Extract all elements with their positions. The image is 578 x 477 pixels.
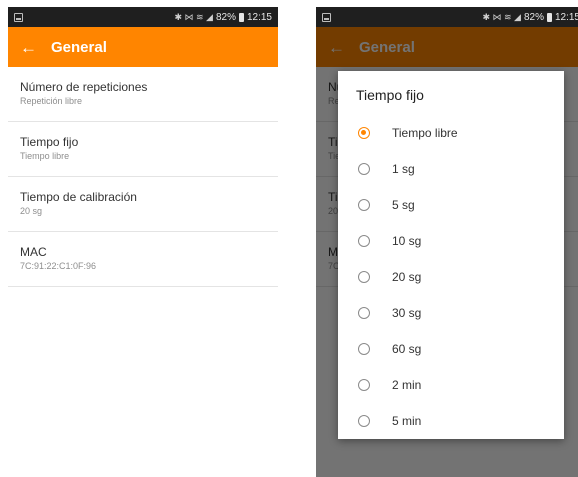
settings-item-title: Tiempo fijo <box>20 135 79 149</box>
battery-percent: 82% <box>215 11 236 23</box>
radio-unchecked-icon[interactable] <box>358 307 370 319</box>
radio-unchecked-icon[interactable] <box>358 199 370 211</box>
settings-item-subtitle: Tiempo libre <box>20 151 70 161</box>
settings-item-subtitle: Repetición libre <box>20 96 83 106</box>
radio-option-label: 20 sg <box>392 270 422 284</box>
radio-option-label: 60 sg <box>392 342 422 356</box>
radio-option-label: 30 sg <box>392 306 422 320</box>
radio-option-label: 2 min <box>392 378 422 392</box>
back-arrow-icon[interactable]: ← <box>20 39 37 56</box>
status-time: 12:15 <box>554 11 578 23</box>
settings-item-tiempo-fijo[interactable]: Tiempo fijo Tiempo libre <box>8 122 278 177</box>
app-bar: ← General <box>8 27 278 67</box>
radio-unchecked-icon[interactable] <box>358 235 370 247</box>
status-bar: ✱ ⋈ ≋ ◢ 82% 12:15 <box>8 7 278 27</box>
radio-option[interactable]: 60 sg <box>338 331 564 367</box>
radio-unchecked-icon[interactable] <box>358 163 370 175</box>
battery-icon <box>238 12 244 22</box>
radio-option-label: 1 sg <box>392 162 415 176</box>
radio-option[interactable]: 30 sg <box>338 295 564 331</box>
status-icons: ✱ ⋈ ≋ ◢ <box>482 11 521 22</box>
radio-option-label: 5 min <box>392 414 422 428</box>
status-icons: ✱ ⋈ ≋ ◢ <box>174 11 213 22</box>
phone-screen-dialog: ✱ ⋈ ≋ ◢ 82% 12:15 ← General Número de re… <box>316 7 578 477</box>
battery-percent: 82% <box>523 11 544 23</box>
settings-item-mac[interactable]: MAC 7C:91:22:C1:0F:96 <box>8 232 278 287</box>
radio-option[interactable]: 20 sg <box>338 259 564 295</box>
phone-screen-settings: ✱ ⋈ ≋ ◢ 82% 12:15 ← General Número de re… <box>8 7 278 477</box>
radio-option-label: 10 sg <box>392 234 422 248</box>
settings-item-title: MAC <box>20 245 47 259</box>
radio-option[interactable]: 5 min <box>338 403 564 439</box>
radio-option-list: Tiempo libre 1 sg 5 sg 10 sg 20 sg 30 sg 60 sg… <box>338 115 564 439</box>
radio-unchecked-icon[interactable] <box>358 343 370 355</box>
radio-checked-icon[interactable] <box>358 127 370 139</box>
settings-item-title: Número de repeticiones <box>20 80 148 94</box>
radio-option[interactable]: 10 sg <box>338 223 564 259</box>
page-title: General <box>51 38 107 56</box>
status-bar: ✱ ⋈ ≋ ◢ 82% 12:15 <box>316 7 578 27</box>
tiempo-fijo-dialog: Tiempo fijo Tiempo libre 1 sg 5 sg 10 sg 20 … <box>338 71 564 439</box>
radio-option[interactable]: 5 sg <box>338 187 564 223</box>
radio-unchecked-icon[interactable] <box>358 415 370 427</box>
radio-option-label: 5 sg <box>392 198 415 212</box>
radio-unchecked-icon[interactable] <box>358 271 370 283</box>
settings-item-repeticiones[interactable]: Número de repeticiones Repetición libre <box>8 67 278 122</box>
settings-list: Número de repeticiones Repetición libre … <box>8 67 278 287</box>
settings-item-title: Tiempo de calibración <box>20 190 137 204</box>
battery-icon <box>546 12 552 22</box>
radio-option[interactable]: 1 sg <box>338 151 564 187</box>
settings-item-subtitle: 20 sg <box>20 206 43 216</box>
radio-option[interactable]: Tiempo libre <box>338 115 564 151</box>
notification-app-icon <box>14 12 23 22</box>
radio-unchecked-icon[interactable] <box>358 379 370 391</box>
dialog-title: Tiempo fijo <box>356 87 424 103</box>
radio-option[interactable]: 2 min <box>338 367 564 403</box>
settings-item-subtitle: 7C:91:22:C1:0F:96 <box>20 261 97 271</box>
notification-app-icon <box>322 12 331 22</box>
status-time: 12:15 <box>246 11 272 23</box>
radio-option-label: Tiempo libre <box>392 126 458 140</box>
settings-item-calibracion[interactable]: Tiempo de calibración 20 sg <box>8 177 278 232</box>
